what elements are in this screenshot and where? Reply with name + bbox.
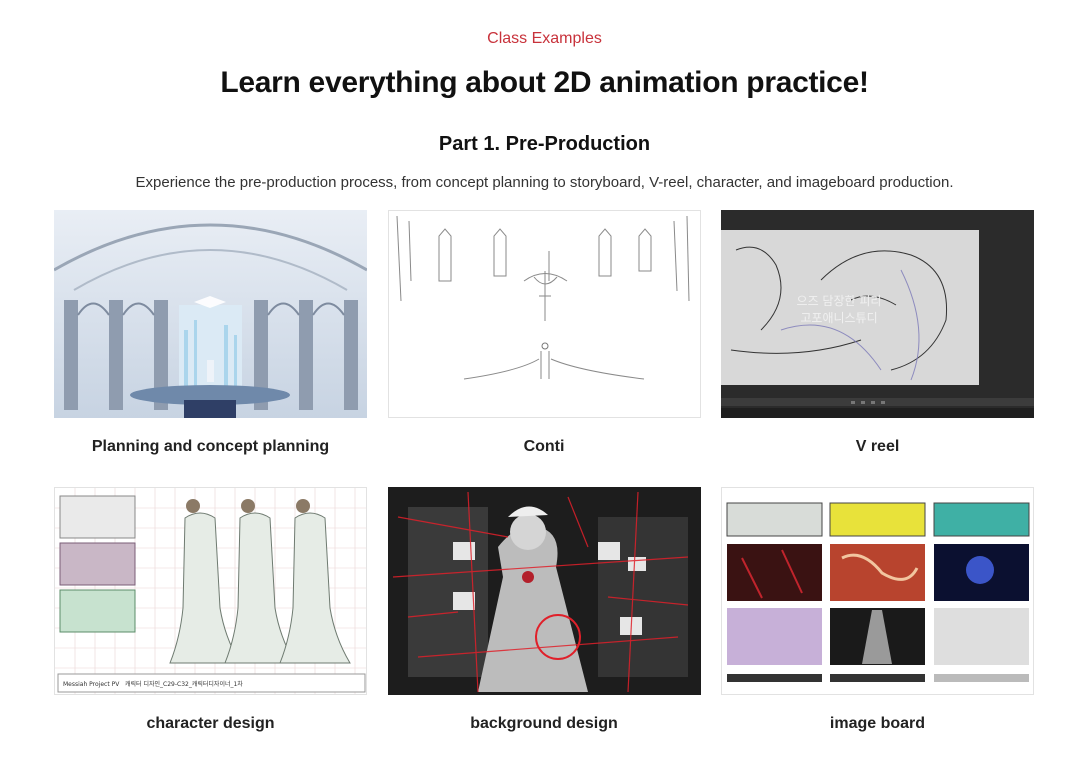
- page: Class Examples Learn everything about 2D…: [0, 0, 1089, 759]
- card-caption: Conti: [523, 438, 565, 455]
- page-title: Learn everything about 2D animation prac…: [220, 66, 869, 99]
- example-card-imageboard[interactable]: image board: [721, 487, 1034, 764]
- example-card-conti[interactable]: Conti: [387, 210, 701, 487]
- v-reel-frame-image[interactable]: 으즈 담장한 피리 고포애니스튜디: [721, 210, 1034, 418]
- section-eyebrow: Class Examples: [487, 30, 602, 47]
- imageboard-grid-image[interactable]: [721, 487, 1034, 695]
- svg-text:으즈 담장한 피리: 으즈 담장한 피리: [797, 294, 882, 308]
- card-caption: character design: [146, 715, 275, 732]
- storyboard-sketch-image[interactable]: [387, 210, 701, 418]
- svg-text:캐릭터 디자인_C29-C32_캐릭터디자이너_1차: 캐릭터 디자인_C29-C32_캐릭터디자이너_1차: [125, 680, 243, 688]
- example-card-planning[interactable]: Planning and concept planning: [54, 210, 367, 487]
- card-caption: background design: [470, 715, 618, 732]
- part-title: Part 1. Pre-Production: [438, 133, 651, 155]
- card-caption: Planning and concept planning: [91, 438, 330, 455]
- cathedral-concept-image[interactable]: [54, 210, 367, 418]
- example-card-background[interactable]: background design: [387, 487, 701, 764]
- example-card-vreel[interactable]: 으즈 담장한 피리 고포애니스튜디 V reel: [721, 210, 1034, 487]
- character-turnaround-image[interactable]: Messiah Project PV 캐릭터 디자인_C29-C32_캐릭터디자…: [54, 487, 367, 695]
- example-card-character[interactable]: Messiah Project PV 캐릭터 디자인_C29-C32_캐릭터디자…: [54, 487, 367, 764]
- part-description: Experience the pre-production process, f…: [135, 174, 954, 191]
- card-caption: image board: [829, 715, 926, 732]
- card-caption: V reel: [855, 438, 900, 455]
- examples-grid: Planning and concept planning Conti 으즈 담…: [54, 210, 1034, 764]
- background-design-image[interactable]: [387, 487, 701, 695]
- svg-text:Messiah Project PV: Messiah Project PV: [63, 681, 120, 688]
- svg-text:고포애니스튜디: 고포애니스튜디: [800, 311, 877, 325]
